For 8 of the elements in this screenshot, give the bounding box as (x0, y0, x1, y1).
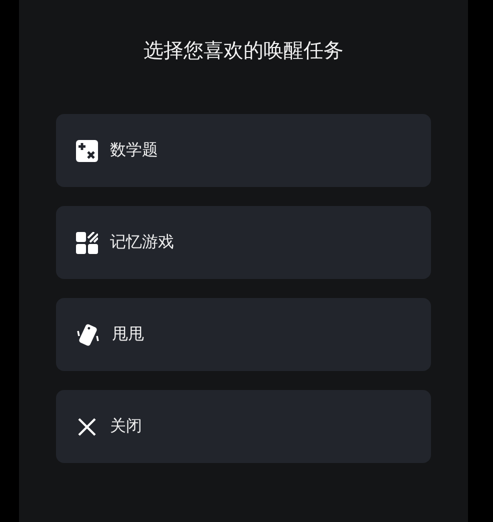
task-option[interactable]: 关闭 (56, 390, 431, 463)
plus-times-icon (76, 140, 98, 162)
task-option[interactable]: 记忆游戏 (56, 206, 431, 279)
grid-icon (76, 232, 98, 254)
dialog-title: 选择您喜欢的唤醒任务 (144, 37, 344, 64)
close-icon (76, 416, 98, 438)
task-option[interactable]: 数学题 (56, 114, 431, 187)
task-option[interactable]: 甩甩 (56, 298, 431, 371)
